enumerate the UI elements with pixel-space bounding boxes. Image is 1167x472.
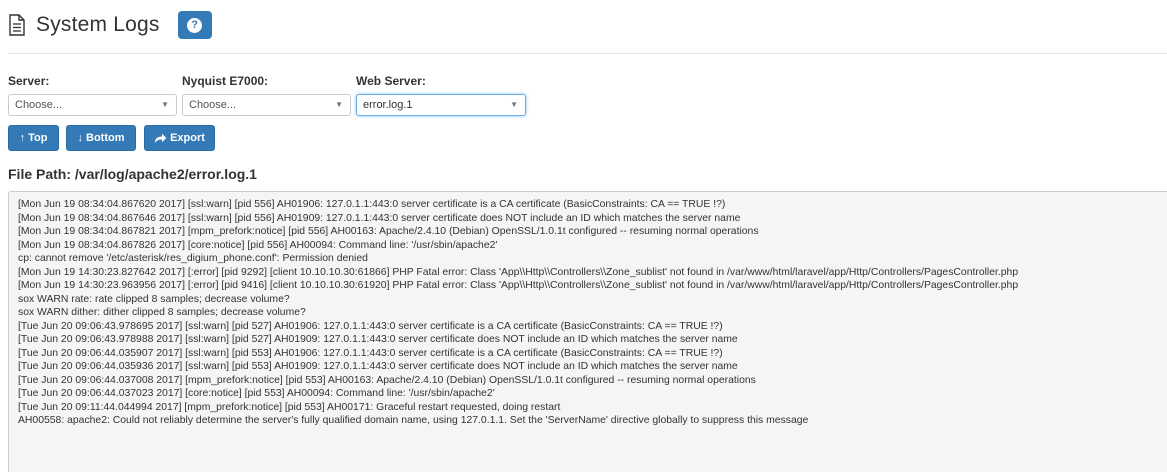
page-header: System Logs ? <box>8 8 212 42</box>
log-line: sox WARN rate: rate clipped 8 samples; d… <box>18 293 290 305</box>
server-select[interactable]: Choose... ▼ <box>8 94 177 116</box>
header-divider <box>8 53 1167 54</box>
log-line: [Tue Jun 20 09:11:44.044994 2017] [mpm_p… <box>18 401 561 413</box>
arrow-down-icon: ↓ <box>77 132 84 144</box>
log-line: [Tue Jun 20 09:06:44.035936 2017] [ssl:w… <box>18 361 738 372</box>
log-line: [Mon Jun 19 08:34:04.867826 2017] [core:… <box>18 239 498 251</box>
log-line: sox WARN dither: dither clipped 8 sample… <box>18 307 306 318</box>
log-line: cp: cannot remove '/etc/asterisk/res_dig… <box>18 253 368 264</box>
log-line: [Mon Jun 19 14:30:23.963956 2017] [:erro… <box>18 280 1019 291</box>
log-output[interactable]: [Mon Jun 19 08:34:04.867620 2017] [ssl:w… <box>8 191 1167 472</box>
nyquist-select-value: Choose... <box>189 99 237 111</box>
top-button[interactable]: ↑ Top <box>8 125 59 151</box>
page-title: System Logs <box>36 13 160 36</box>
export-button-label: Export <box>170 132 205 144</box>
bottom-button[interactable]: ↓ Bottom <box>66 125 136 151</box>
server-select-value: Choose... <box>15 99 63 111</box>
web-server-select-value: error.log.1 <box>363 99 413 111</box>
bottom-button-label: Bottom <box>86 132 125 144</box>
help-button[interactable]: ? <box>177 11 212 39</box>
chevron-down-icon: ▼ <box>335 100 343 109</box>
web-server-select[interactable]: error.log.1 ▼ <box>356 94 526 116</box>
log-line: AH00558: apache2: Could not reliably det… <box>18 415 809 426</box>
log-line: [Tue Jun 20 09:06:43.978695 2017] [ssl:w… <box>18 320 723 332</box>
chevron-down-icon: ▼ <box>510 100 518 109</box>
log-line: [Tue Jun 20 09:06:44.037023 2017] [core:… <box>18 388 495 399</box>
log-line: [Tue Jun 20 09:06:43.978988 2017] [ssl:w… <box>18 334 738 345</box>
server-label: Server: <box>8 74 50 88</box>
nyquist-select[interactable]: Choose... ▼ <box>182 94 351 116</box>
arrow-up-icon: ↑ <box>19 132 26 144</box>
chevron-down-icon: ▼ <box>161 100 169 109</box>
nyquist-label: Nyquist E7000: <box>182 74 269 88</box>
system-logs-page: System Logs ? Server: Nyquist E7000: Web… <box>0 0 1167 472</box>
web-server-label: Web Server: <box>356 74 426 88</box>
help-icon: ? <box>187 17 203 33</box>
export-button[interactable]: Export <box>144 125 215 151</box>
log-line: [Tue Jun 20 09:06:44.037008 2017] [mpm_p… <box>18 374 756 386</box>
log-line: [Tue Jun 20 09:06:44.035907 2017] [ssl:w… <box>18 347 723 359</box>
share-icon <box>155 133 167 143</box>
log-line: [Mon Jun 19 08:34:04.867620 2017] [ssl:w… <box>18 199 726 210</box>
document-icon <box>9 14 25 36</box>
top-button-label: Top <box>28 132 48 144</box>
log-line: [Mon Jun 19 14:30:23.827642 2017] [:erro… <box>18 266 1019 278</box>
log-line: [Mon Jun 19 08:34:04.867646 2017] [ssl:w… <box>18 212 741 224</box>
file-path: File Path: /var/log/apache2/error.log.1 <box>8 166 257 182</box>
log-line: [Mon Jun 19 08:34:04.867821 2017] [mpm_p… <box>18 226 759 237</box>
